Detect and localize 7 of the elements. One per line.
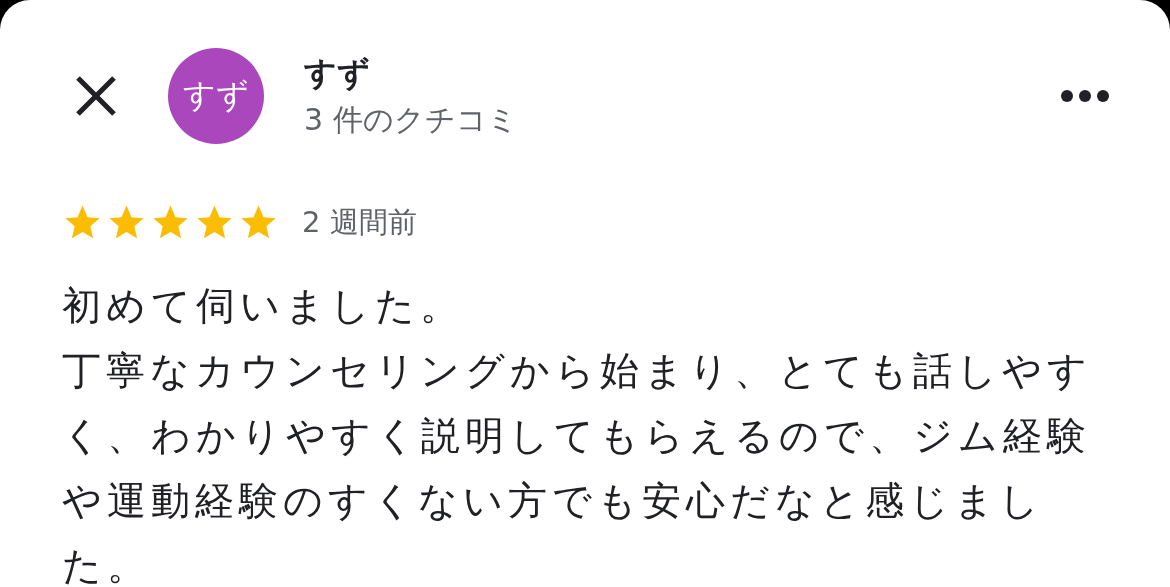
review-text: 丁寧なカウンセリングから始まり、とても話しやすく、わかりやすく説明してもらえるので、ジム経験や運動経験のすくない方でも安心だなと感じました。 xyxy=(62,347,1093,587)
reviewer-name[interactable]: すず xyxy=(304,50,1060,95)
more-icon[interactable] xyxy=(1060,89,1110,103)
review-count: 3 件のクチコミ xyxy=(304,100,519,139)
review-time: 2 週間前 xyxy=(302,203,417,241)
review-text: 初めて伺いました。 xyxy=(62,282,465,330)
avatar[interactable]: すず xyxy=(168,48,264,144)
